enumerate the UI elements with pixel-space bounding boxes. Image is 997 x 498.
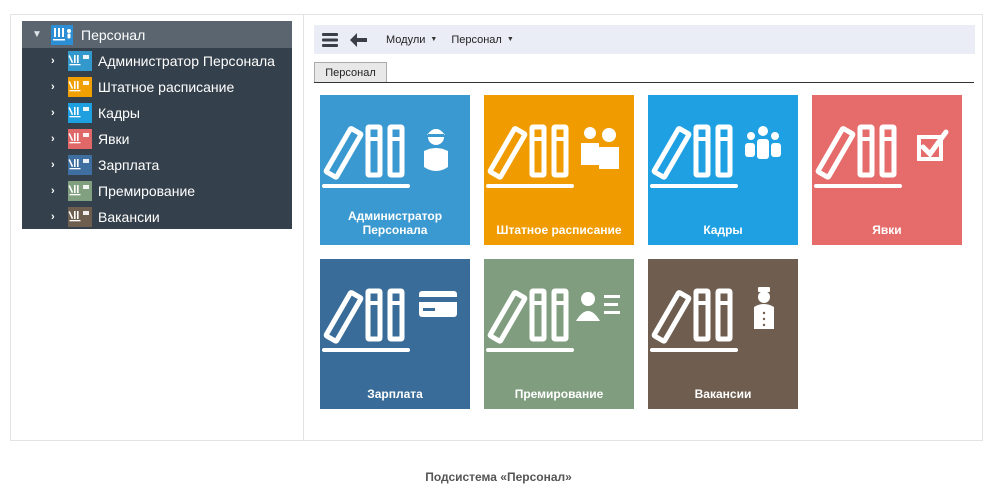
tree-root-label: Персонал: [81, 26, 146, 43]
attendance-module-icon: [68, 129, 92, 149]
checkbox-icon: [917, 129, 949, 161]
module-tile-label: Штатное расписание: [496, 223, 622, 237]
tree-item-label: Вакансии: [98, 209, 160, 225]
tree-item-label: Штатное расписание: [98, 79, 235, 95]
tree-root-personnel[interactable]: ▼ Персонал: [22, 21, 292, 48]
chevron-right-icon[interactable]: ›: [51, 133, 61, 145]
chevron-right-icon[interactable]: ›: [51, 211, 61, 223]
module-tile-label: Вакансии: [694, 387, 752, 401]
bonus-module-icon: [68, 181, 92, 201]
admin-module-icon: [68, 51, 92, 71]
person-card-icon: [576, 292, 620, 321]
tab-underline: [314, 82, 974, 83]
tree-item-label: Кадры: [98, 105, 140, 121]
tree-item[interactable]: › Вакансии: [22, 204, 292, 230]
personnel-menu-label: Персонал: [451, 33, 502, 46]
module-tile[interactable]: Кадры: [648, 95, 798, 245]
module-tile-label: Явки: [872, 223, 902, 237]
chevron-down-icon[interactable]: ▼: [32, 29, 42, 40]
tree-item-label: Премирование: [98, 183, 196, 199]
hr-module-icon: [68, 103, 92, 123]
doorman-icon: [754, 287, 774, 329]
personnel-menu[interactable]: Персонал ▼: [451, 34, 513, 46]
module-tile[interactable]: Явки: [812, 95, 962, 245]
tab-label: Персонал: [325, 67, 376, 79]
tree-item-label: Администратор Персонала: [98, 53, 275, 69]
vacancy-module-icon: [68, 207, 92, 227]
module-tile[interactable]: Администратор Персонала: [320, 95, 470, 245]
module-tile[interactable]: Вакансии: [648, 259, 798, 409]
tree-item[interactable]: › Кадры: [22, 100, 292, 126]
tree-item-label: Зарплата: [98, 157, 160, 173]
hamburger-icon[interactable]: [320, 30, 340, 50]
toolbar: Модули ▼ Персонал ▼: [314, 25, 975, 54]
module-tile[interactable]: Штатное расписание: [484, 95, 634, 245]
tab-personnel[interactable]: Персонал: [314, 62, 387, 83]
chevron-right-icon[interactable]: ›: [51, 107, 61, 119]
tree-item[interactable]: › Штатное расписание: [22, 74, 292, 100]
personnel-module-icon: [51, 24, 75, 45]
chevron-right-icon[interactable]: ›: [51, 159, 61, 171]
module-tile-label: Зарплата: [367, 387, 423, 401]
credit-card-icon: [419, 291, 457, 317]
two-persons-icon: [581, 127, 619, 169]
figure-caption: Подсистема «Персонал»: [425, 470, 572, 484]
chevron-right-icon[interactable]: ›: [51, 81, 61, 93]
app-frame: ▼ Персонал › Администратор Персонала › Штат…: [10, 14, 983, 441]
staffing-module-icon: [68, 77, 92, 97]
caret-down-icon: ▼: [506, 36, 514, 43]
group-icon: [745, 126, 781, 159]
panel-divider: [303, 15, 304, 440]
tree-item[interactable]: › Явки: [22, 126, 292, 152]
tree-item[interactable]: › Премирование: [22, 178, 292, 204]
chevron-right-icon[interactable]: ›: [51, 185, 61, 197]
tree-item-label: Явки: [98, 131, 130, 147]
module-tile-label: Кадры: [703, 223, 743, 237]
tree-item[interactable]: › Зарплата: [22, 152, 292, 178]
modules-menu-label: Модули: [386, 33, 426, 46]
tree-item[interactable]: › Администратор Персонала: [22, 48, 292, 74]
module-tile[interactable]: Премирование: [484, 259, 634, 409]
module-tile[interactable]: Зарплата: [320, 259, 470, 409]
module-tile-label: Премирование: [514, 387, 604, 401]
spy-person-icon: [424, 129, 448, 171]
module-tile-label: Администратор Персонала: [347, 209, 443, 237]
modules-menu[interactable]: Модули ▼: [386, 34, 437, 46]
arrow-left-icon[interactable]: [348, 30, 368, 50]
navigation-tree: ▼ Персонал › Администратор Персонала › Штат…: [22, 21, 292, 229]
chevron-right-icon[interactable]: ›: [51, 55, 61, 67]
caret-down-icon: ▼: [430, 36, 438, 43]
salary-module-icon: [68, 155, 92, 175]
